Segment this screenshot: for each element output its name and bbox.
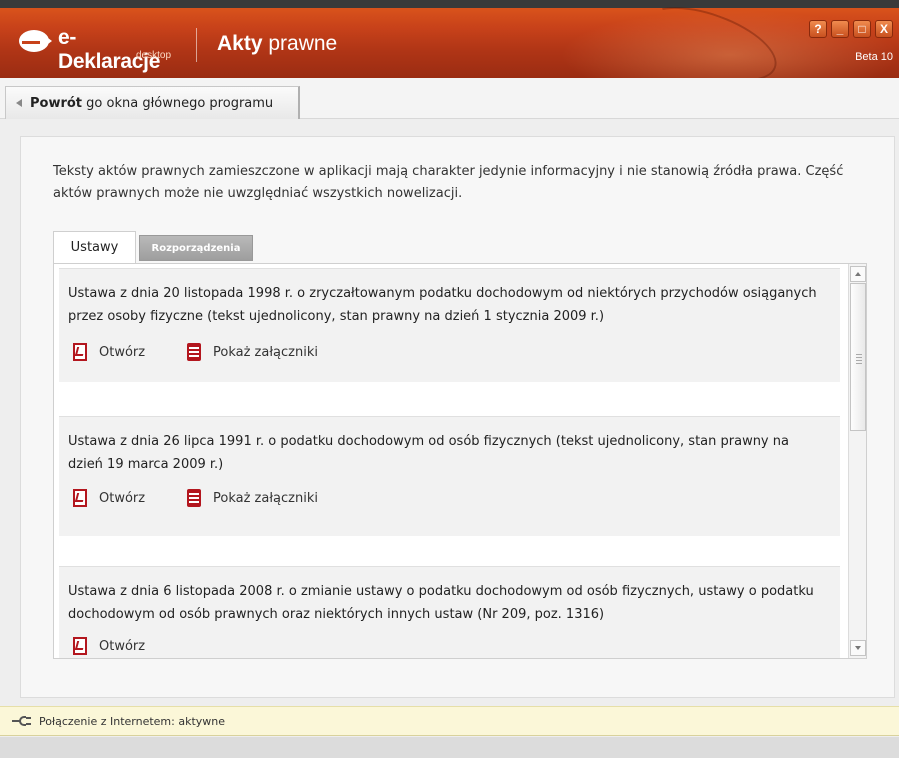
open-button[interactable]: Otwórz <box>71 637 145 656</box>
pdf-icon <box>71 489 89 508</box>
attachments-icon <box>185 489 203 507</box>
close-button[interactable]: X <box>875 20 893 38</box>
version-label: Beta 10 <box>855 51 893 63</box>
show-attachments-button[interactable]: Pokaż załączniki <box>185 489 318 507</box>
plug-icon <box>12 715 32 727</box>
window-controls: ? _ □ X <box>809 20 893 38</box>
open-button[interactable]: Otwórz <box>71 343 145 362</box>
open-label: Otwórz <box>99 491 146 506</box>
legal-acts-list: Ustawa z dnia 20 listopada 1998 r. o zry… <box>53 263 867 659</box>
back-arrow-icon <box>16 99 22 107</box>
list-item: Ustawa z dnia 26 lipca 1991 r. o podatku… <box>59 416 840 536</box>
pdf-icon <box>71 637 89 656</box>
act-title: Ustawa z dnia 20 listopada 1998 r. o zry… <box>68 286 817 324</box>
scroll-down-icon <box>855 646 861 650</box>
main-panel: Teksty aktów prawnych zamieszczone w apl… <box>20 136 895 698</box>
page-title: Akty prawne <box>217 32 337 56</box>
vertical-scrollbar[interactable] <box>848 264 866 658</box>
pdf-icon <box>71 343 89 362</box>
open-button[interactable]: Otwórz <box>71 489 145 508</box>
status-bar: Połączenie z Internetem: aktywne <box>0 706 899 736</box>
attachments-icon <box>185 343 203 361</box>
help-button[interactable]: ? <box>809 20 827 38</box>
logo-subtitle: desktop <box>136 50 172 61</box>
maximize-button[interactable]: □ <box>853 20 871 38</box>
scroll-down-button[interactable] <box>850 640 866 656</box>
minimize-button[interactable]: _ <box>831 20 849 38</box>
attachments-label: Pokaż załączniki <box>213 344 318 360</box>
tab-rozporzadzenia[interactable]: Rozporządzenia <box>139 235 253 261</box>
navigation-bar: Powrót go okna głównego programu <box>0 78 899 119</box>
back-label: Powrót go okna głównego programu <box>30 96 273 111</box>
header-top-stripe <box>0 0 899 8</box>
show-attachments-button[interactable]: Pokaż załączniki <box>185 343 318 361</box>
attachments-label: Pokaż załączniki <box>213 490 318 506</box>
page-title-bold: Akty <box>217 32 263 55</box>
app-header: e-Deklaracje desktop Akty prawne ? _ □ X… <box>0 0 899 78</box>
scrollbar-thumb[interactable] <box>850 283 866 431</box>
act-title: Ustawa z dnia 26 lipca 1991 r. o podatku… <box>68 434 789 472</box>
scroll-up-button[interactable] <box>850 266 866 282</box>
scroll-up-icon <box>855 272 861 276</box>
open-label: Otwórz <box>99 345 146 360</box>
tab-ustawy[interactable]: Ustawy <box>53 231 136 263</box>
connection-status: Połączenie z Internetem: aktywne <box>39 714 226 728</box>
header-divider <box>196 28 197 62</box>
back-to-main-button[interactable]: Powrót go okna głównego programu <box>5 86 300 119</box>
disclaimer-text: Teksty aktów prawnych zamieszczone w apl… <box>53 164 844 201</box>
logo-icon <box>19 30 52 52</box>
back-label-bold: Powrót <box>30 95 83 111</box>
bottom-bar <box>0 737 899 758</box>
list-item: Ustawa z dnia 6 listopada 2008 r. o zmia… <box>59 566 840 658</box>
app-logo: e-Deklaracje desktop <box>18 24 172 73</box>
list-item: Ustawa z dnia 20 listopada 1998 r. o zry… <box>59 268 840 382</box>
back-label-rest: go okna głównego programu <box>82 95 274 111</box>
act-title: Ustawa z dnia 6 listopada 2008 r. o zmia… <box>68 584 814 622</box>
open-label: Otwórz <box>99 639 146 654</box>
page-title-rest: prawne <box>262 32 338 55</box>
